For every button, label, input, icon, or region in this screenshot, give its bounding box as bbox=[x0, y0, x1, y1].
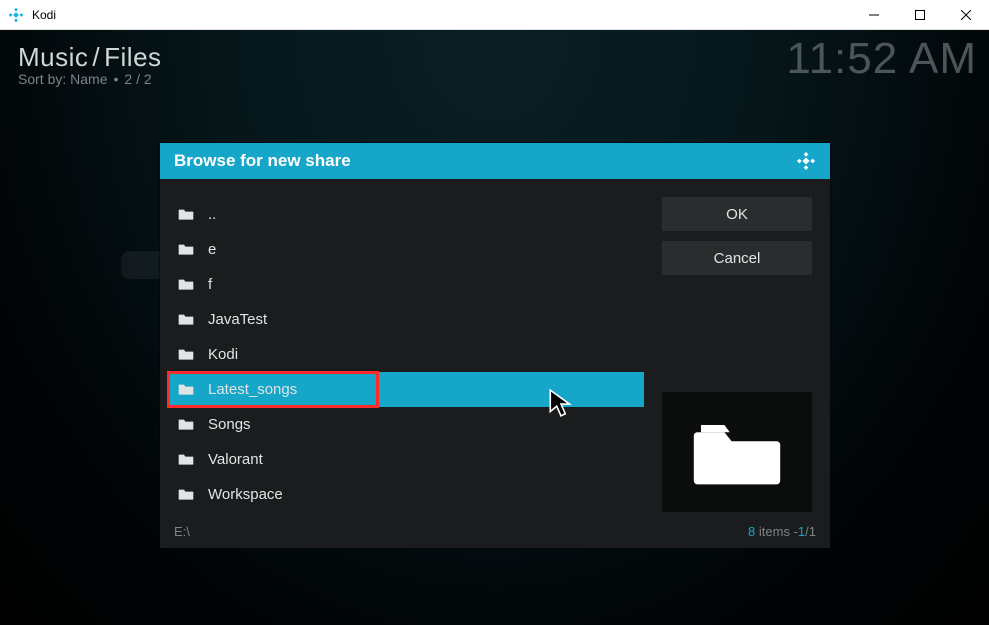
list-item[interactable]: e bbox=[168, 232, 644, 267]
list-item[interactable]: f bbox=[168, 267, 644, 302]
list-item[interactable]: Latest_songs bbox=[168, 372, 644, 407]
dialog-title: Browse for new share bbox=[174, 151, 351, 171]
kodi-logo-icon bbox=[796, 151, 816, 171]
ok-button[interactable]: OK bbox=[662, 197, 812, 231]
folder-icon bbox=[178, 382, 194, 398]
folder-icon bbox=[178, 347, 194, 363]
list-item[interactable]: Kodi bbox=[168, 337, 644, 372]
folder-icon bbox=[178, 312, 194, 328]
file-list[interactable]: .. e f JavaTest Kodi Latest_songs Songs Valoran… bbox=[168, 197, 644, 512]
window-close-button[interactable] bbox=[943, 0, 989, 30]
breadcrumb: Music/Files Sort by: Name•2 / 2 bbox=[18, 42, 162, 87]
folder-icon bbox=[178, 277, 194, 293]
folder-icon bbox=[178, 452, 194, 468]
window-maximize-button[interactable] bbox=[897, 0, 943, 30]
window-titlebar: Kodi bbox=[0, 0, 989, 30]
breadcrumb-part-music: Music bbox=[18, 42, 88, 72]
sort-order-label[interactable]: Sort by: Name bbox=[18, 71, 107, 87]
dialog-header: Browse for new share bbox=[160, 143, 830, 179]
folder-icon bbox=[178, 417, 194, 433]
list-item-label: .. bbox=[208, 206, 216, 223]
list-item[interactable]: Workspace bbox=[168, 477, 644, 512]
list-item-label: Kodi bbox=[208, 346, 238, 363]
list-item-label: Valorant bbox=[208, 451, 263, 468]
list-item[interactable]: Songs bbox=[168, 407, 644, 442]
window-title: Kodi bbox=[32, 8, 56, 22]
breadcrumb-separator: / bbox=[88, 42, 104, 72]
folder-icon bbox=[178, 487, 194, 503]
list-item-label: Songs bbox=[208, 416, 251, 433]
folder-icon bbox=[178, 242, 194, 258]
browse-share-dialog: Browse for new share .. e f JavaTest Kodi Lat… bbox=[160, 143, 830, 548]
kodi-app-body: Music/Files Sort by: Name•2 / 2 11:52 AM… bbox=[0, 30, 989, 625]
list-item[interactable]: Valorant bbox=[168, 442, 644, 477]
page-indicator: 2 / 2 bbox=[124, 71, 151, 87]
breadcrumb-part-files: Files bbox=[104, 42, 161, 72]
page-total: 1 bbox=[809, 524, 816, 539]
list-item-label: Workspace bbox=[208, 486, 283, 503]
list-item[interactable]: .. bbox=[168, 197, 644, 232]
list-item-label: Latest_songs bbox=[208, 381, 297, 398]
window-minimize-button[interactable] bbox=[851, 0, 897, 30]
folder-icon bbox=[178, 207, 194, 223]
list-item[interactable]: JavaTest bbox=[168, 302, 644, 337]
list-item-label: JavaTest bbox=[208, 311, 267, 328]
kodi-app-icon bbox=[8, 7, 24, 23]
clock: 11:52 AM bbox=[786, 34, 977, 84]
folder-thumbnail bbox=[662, 392, 812, 512]
cancel-button[interactable]: Cancel bbox=[662, 241, 812, 275]
list-item-label: f bbox=[208, 276, 212, 293]
list-item-label: e bbox=[208, 241, 216, 258]
current-path: E:\ bbox=[174, 524, 190, 539]
dialog-footer: E:\ 8 items - 1/1 bbox=[160, 520, 830, 548]
